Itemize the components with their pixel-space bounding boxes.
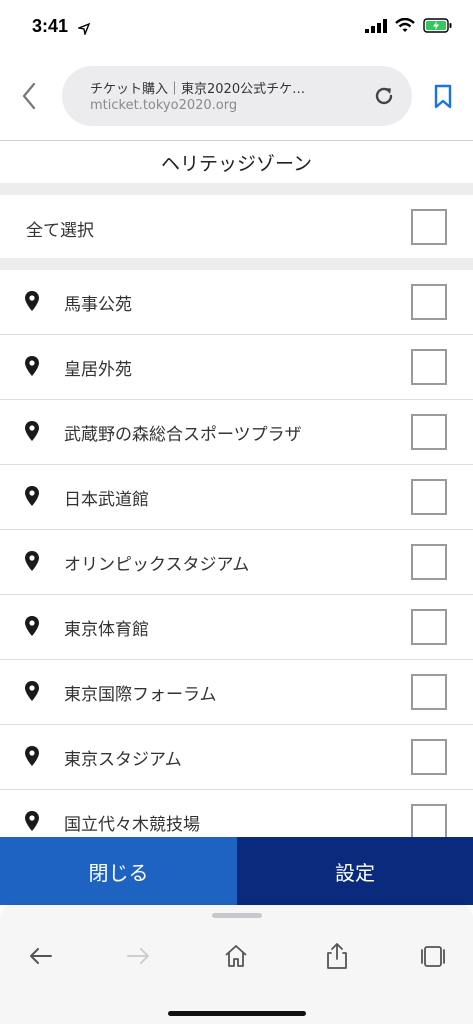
map-pin-icon: [24, 420, 40, 442]
signal-icon: [365, 18, 387, 37]
select-all-checkbox[interactable]: [411, 209, 447, 245]
forward-arrow-icon[interactable]: [123, 941, 153, 971]
map-pin-icon: [24, 745, 40, 767]
browser-toolbar: [0, 905, 473, 1024]
venue-row[interactable]: 東京スタジアム: [0, 725, 473, 790]
venue-row[interactable]: オリンピックスタジアム: [0, 530, 473, 595]
page-title-text: チケット購入｜東京2020公式チケ…: [90, 82, 306, 97]
venue-row[interactable]: 日本武道館: [0, 465, 473, 530]
action-bar: 閉じる 設定: [0, 837, 473, 905]
map-pin-icon: [24, 355, 40, 377]
map-pin-icon: [24, 485, 40, 507]
select-all-row[interactable]: 全て選択: [0, 196, 473, 258]
venue-checkbox[interactable]: [411, 544, 447, 580]
section-divider: [0, 258, 473, 270]
share-icon[interactable]: [322, 941, 352, 971]
sheet-grabber[interactable]: [212, 913, 262, 918]
venue-checkbox[interactable]: [411, 609, 447, 645]
map-pin-icon: [24, 615, 40, 637]
reload-icon[interactable]: [372, 84, 396, 108]
venue-label: 東京国際フォーラム: [64, 685, 217, 705]
zone-header: ヘリテッジゾーン: [0, 140, 473, 184]
tabs-icon[interactable]: [418, 941, 448, 971]
venue-row[interactable]: 武蔵野の森総合スポーツプラザ: [0, 400, 473, 465]
location-arrow-icon: [76, 20, 91, 39]
select-all-label: 全て選択: [26, 221, 94, 241]
venue-checkbox[interactable]: [411, 804, 447, 840]
home-indicator: [168, 1011, 306, 1016]
venue-checkbox[interactable]: [411, 479, 447, 515]
back-chevron-icon[interactable]: [18, 80, 42, 112]
venue-row[interactable]: 皇居外苑: [0, 335, 473, 400]
venue-row[interactable]: 馬事公苑: [0, 270, 473, 335]
venue-checkbox[interactable]: [411, 414, 447, 450]
venue-row[interactable]: 国立代々木競技場: [0, 790, 473, 840]
venue-label: 武蔵野の森総合スポーツプラザ: [64, 425, 302, 445]
back-arrow-icon[interactable]: [26, 941, 56, 971]
bookmark-icon[interactable]: [432, 84, 454, 110]
venue-checkbox[interactable]: [411, 349, 447, 385]
home-icon[interactable]: [221, 941, 251, 971]
venue-list: 馬事公苑 皇居外苑 武蔵野の森総合スポーツプラザ 日本武道館 オリンピックスタジ: [0, 270, 473, 840]
map-pin-icon: [24, 680, 40, 702]
venue-label: 馬事公苑: [64, 295, 132, 315]
close-button[interactable]: 閉じる: [0, 837, 237, 905]
venue-label: 皇居外苑: [64, 360, 132, 380]
venue-label: 国立代々木競技場: [64, 815, 200, 835]
web-content: ヘリテッジゾーン 全て選択 馬事公苑 皇居外苑 武蔵野の森総合スポーツプラザ 日…: [0, 140, 473, 840]
status-time: 3:41: [32, 16, 69, 36]
battery-charging-icon: [423, 18, 453, 37]
zone-title: ヘリテッジゾーン: [160, 153, 313, 175]
venue-row[interactable]: 東京体育館: [0, 595, 473, 660]
venue-row[interactable]: 東京国際フォーラム: [0, 660, 473, 725]
venue-checkbox[interactable]: [411, 674, 447, 710]
screen: 3:41 チケット購入｜東京2020公式チケ… mticket.tokyo202…: [0, 0, 473, 1024]
status-bar: 3:41: [0, 0, 473, 56]
wifi-icon: [395, 17, 415, 37]
map-pin-icon: [24, 810, 40, 832]
venue-label: オリンピックスタジアム: [64, 555, 250, 575]
venue-checkbox[interactable]: [411, 739, 447, 775]
venue-checkbox[interactable]: [411, 284, 447, 320]
address-bar[interactable]: チケット購入｜東京2020公式チケ… mticket.tokyo2020.org: [62, 66, 412, 126]
set-button[interactable]: 設定: [237, 837, 473, 905]
url-host-text: mticket.tokyo2020.org: [90, 98, 238, 113]
venue-label: 日本武道館: [64, 490, 149, 510]
venue-label: 東京スタジアム: [64, 750, 182, 770]
map-pin-icon: [24, 550, 40, 572]
section-divider: [0, 183, 473, 195]
venue-label: 東京体育館: [64, 620, 149, 640]
map-pin-icon: [24, 290, 40, 312]
